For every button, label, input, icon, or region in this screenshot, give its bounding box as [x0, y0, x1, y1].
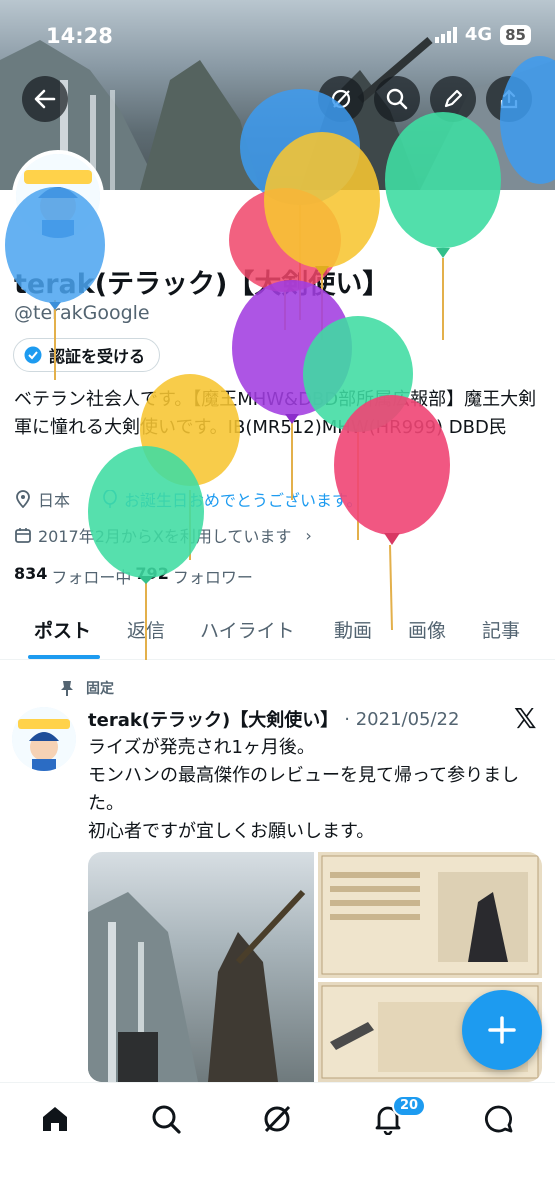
edit-icon [444, 89, 463, 108]
x-logo-icon: 𝕏 [514, 702, 537, 735]
post-avatar[interactable] [12, 707, 76, 771]
tab-articles[interactable]: 記事 [482, 616, 520, 643]
joined-row[interactable]: 2017年2月からXを利用しています › [14, 523, 312, 547]
search-icon [152, 1105, 181, 1134]
followers-label[interactable]: フォロワー [173, 564, 253, 588]
following-label[interactable]: フォロー中 [51, 564, 131, 588]
bottom-navigation: 20 [0, 1082, 555, 1200]
media-illustration-2 [321, 855, 539, 975]
compose-button[interactable] [462, 990, 542, 1070]
avatar-illustration [12, 707, 76, 771]
nav-search[interactable] [148, 1101, 184, 1137]
status-indicators: 4G 85 [434, 24, 531, 45]
search-icon [386, 88, 408, 110]
chevron-right-icon: › [305, 525, 312, 545]
tab-videos[interactable]: 動画 [334, 616, 372, 643]
back-button[interactable] [22, 76, 68, 122]
nav-messages[interactable] [481, 1101, 517, 1137]
profile-tabs: ポスト 返信 ハイライト 動画 画像 記事 [0, 604, 555, 660]
post-header: terak(テラック)【大剣使い】 · 2021/05/22 [88, 706, 459, 732]
display-name: terak(テラック)【大剣使い】 [14, 269, 390, 300]
location-icon [16, 490, 30, 508]
back-icon [34, 89, 56, 109]
birthday-text: お誕生日おめでとうございます。 [124, 491, 363, 510]
share-button[interactable] [486, 76, 532, 122]
grok-icon [264, 1105, 291, 1133]
grok-icon [331, 89, 351, 109]
search-button[interactable] [374, 76, 420, 122]
follow-stats: 834 フォロー中 792 フォロワー [14, 564, 253, 588]
verify-label: 認証を受ける [49, 347, 146, 366]
media-illustration-1 [88, 889, 306, 1082]
verified-badge-icon [24, 346, 42, 364]
balloon-icon [103, 490, 117, 508]
tab-replies[interactable]: 返信 [127, 616, 165, 643]
battery-indicator: 85 [500, 24, 531, 45]
media-image-2[interactable] [318, 852, 542, 978]
nav-grok[interactable] [259, 1101, 295, 1137]
following-count[interactable]: 834 [14, 564, 47, 588]
media-image-1[interactable] [88, 852, 314, 1082]
avatar-illustration [16, 154, 100, 238]
balloon-icon [229, 188, 341, 330]
notifications-badge: 20 [392, 1095, 427, 1117]
tab-highlights[interactable]: ハイライト [200, 616, 295, 643]
profile-handle: @terakGoogle [14, 302, 150, 324]
followers-count[interactable]: 792 [135, 564, 168, 588]
calendar-icon [15, 528, 31, 543]
joined-text: 2017年2月からXを利用しています [38, 527, 292, 546]
post-author[interactable]: terak(テラック)【大剣使い】 [88, 706, 338, 732]
nav-home[interactable] [37, 1101, 73, 1137]
pin-icon [61, 681, 73, 696]
pinned-text: 固定 [86, 681, 114, 697]
tab-posts[interactable]: ポスト [34, 616, 91, 643]
grok-button[interactable] [318, 76, 364, 122]
status-bar: 14:28 4G 85 [0, 0, 555, 70]
home-icon [43, 1107, 67, 1131]
verify-button[interactable]: 認証を受ける [13, 338, 161, 372]
active-tab-indicator [28, 655, 100, 659]
location-text: 日本 [38, 491, 71, 510]
signal-icon [434, 26, 457, 43]
edit-button[interactable] [430, 76, 476, 122]
network-label: 4G [464, 24, 493, 45]
post-text: ライズが発売され1ヶ月後。 モンハンの最高傑作のレビューを見て帰って参りました。… [88, 737, 520, 842]
profile-bio: ベテラン社会人です。【魔王MHW&DBD部所属広報部】魔王大剣軍に憧れる大剣使い… [14, 389, 537, 438]
messages-icon [485, 1105, 513, 1133]
profile-meta: 日本 お誕生日おめでとうございます。 [14, 487, 362, 511]
share-icon [500, 89, 518, 109]
plus-icon [488, 1016, 516, 1044]
profile-avatar[interactable] [12, 150, 104, 242]
pinned-label-row: 固定 [60, 678, 114, 698]
post-date[interactable]: · 2021/05/22 [344, 709, 459, 730]
status-time: 14:28 [46, 24, 113, 48]
tab-images[interactable]: 画像 [408, 616, 446, 643]
